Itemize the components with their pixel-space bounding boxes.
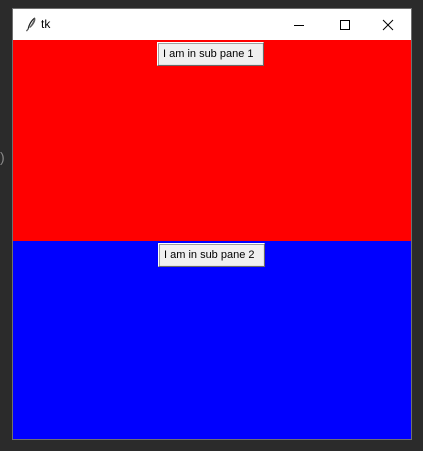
maximize-icon xyxy=(340,19,350,30)
minimize-button[interactable] xyxy=(276,9,322,40)
maximize-button[interactable] xyxy=(322,9,368,40)
partial-edge-glyph: ) xyxy=(0,149,5,165)
window-title: tk xyxy=(41,17,51,31)
title-bar[interactable]: tk xyxy=(13,9,411,40)
sub-pane-1: I am in sub pane 1 xyxy=(13,40,411,241)
sub-pane-2-button[interactable]: I am in sub pane 2 xyxy=(158,243,265,267)
sub-pane-1-button[interactable]: I am in sub pane 1 xyxy=(157,42,264,66)
tk-window: tk I am in sub pane 1 I am in sub pane 2 xyxy=(12,8,412,440)
close-button[interactable] xyxy=(365,9,411,40)
close-icon xyxy=(382,19,394,30)
sub-pane-2: I am in sub pane 2 xyxy=(13,241,411,439)
minimize-icon xyxy=(294,24,304,26)
desktop-background: ) tk I am in sub pane 1 I am in sub pane… xyxy=(0,0,423,451)
tk-feather-icon xyxy=(23,16,39,32)
